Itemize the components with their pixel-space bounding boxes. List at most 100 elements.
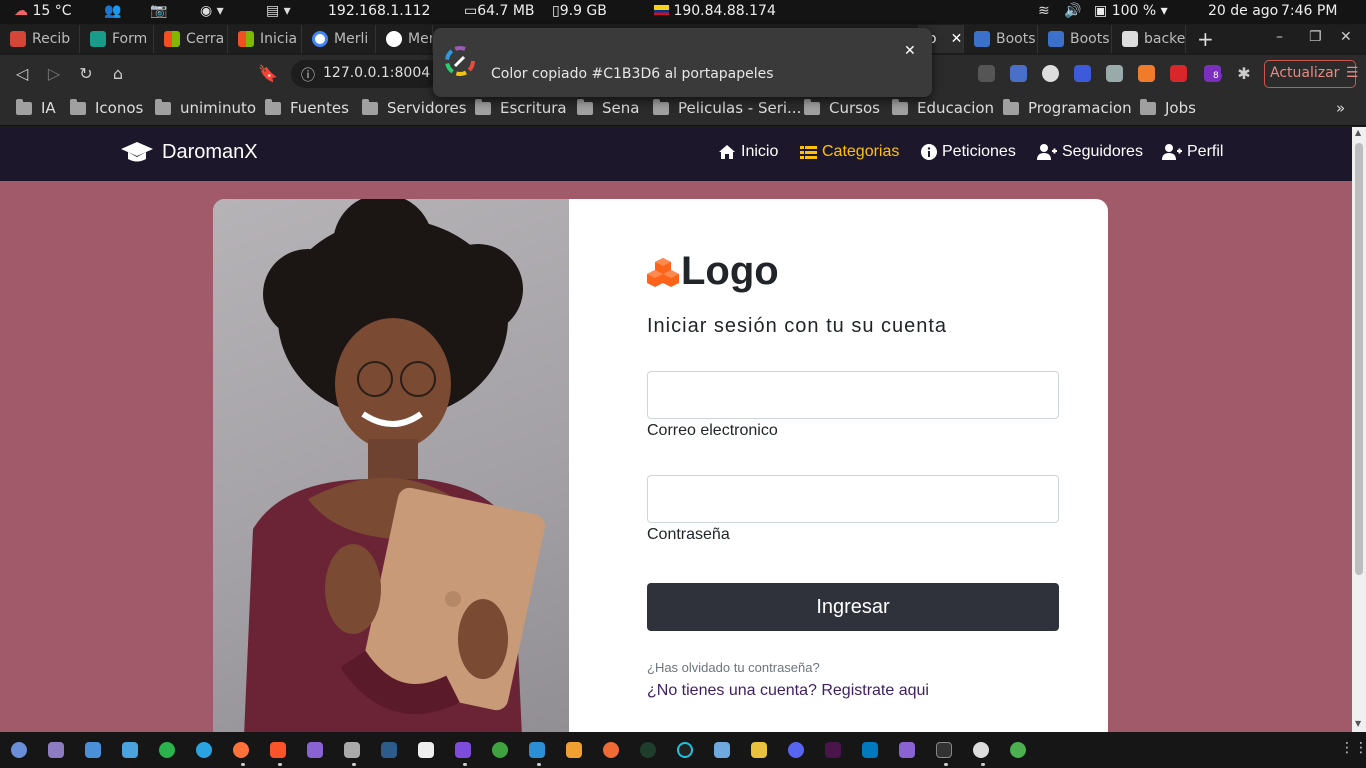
tab-bootstrap-2[interactable]: Boots (1038, 25, 1112, 53)
tab-merli[interactable]: Mer (376, 25, 433, 53)
bookmark-folder[interactable]: Servidores (362, 98, 467, 117)
brave-icon[interactable] (270, 742, 286, 758)
bookmark-folder[interactable]: Escritura (475, 98, 567, 117)
translate-extension-icon[interactable] (1010, 65, 1027, 82)
database-icon[interactable] (344, 742, 360, 758)
close-icon[interactable]: ✕ (904, 43, 916, 59)
hs-icon[interactable] (640, 742, 656, 758)
trello-icon[interactable] (862, 742, 878, 758)
nav-perfil[interactable]: Perfil (1162, 143, 1223, 161)
bookmark-folder[interactable]: Programacion (1003, 98, 1132, 117)
reload-icon[interactable]: ↻ (76, 64, 96, 84)
color-picker-extension-icon[interactable]: 8 (1204, 65, 1222, 82)
tab-bootstrap-1[interactable]: Boots (964, 25, 1038, 53)
github-icon[interactable] (899, 742, 915, 758)
speed-extension-icon[interactable] (1042, 65, 1059, 82)
globe-app-icon[interactable] (1010, 742, 1026, 758)
minimize-icon[interactable]: – (1276, 29, 1283, 45)
brave-extension-icon[interactable] (1138, 65, 1155, 82)
users-icon[interactable]: 👥 (104, 3, 121, 19)
gmail-icon (10, 31, 26, 47)
tab-forms[interactable]: Form (80, 25, 154, 53)
password-field[interactable] (647, 475, 1059, 523)
home-icon[interactable]: ⌂ (108, 64, 128, 84)
vim-icon[interactable] (418, 742, 434, 758)
window-close-icon[interactable]: ✕ (1340, 29, 1352, 45)
cube-app-icon[interactable] (714, 742, 730, 758)
monitor-icon[interactable] (48, 742, 64, 758)
hexagon-app-icon[interactable] (751, 742, 767, 758)
puzzle-icon[interactable]: ✱ (1234, 64, 1254, 84)
tab-backend[interactable]: backe (1112, 25, 1186, 53)
bookmark-folder[interactable]: IA (16, 98, 56, 117)
mysql-icon[interactable] (381, 742, 397, 758)
forward-icon[interactable]: ▷ (44, 64, 64, 84)
public-ip-indicator: 190.84.88.174 (654, 3, 776, 19)
terminal-icon[interactable] (936, 742, 952, 758)
tasks-icon[interactable] (85, 742, 101, 758)
more-bookmarks-icon[interactable]: » (1336, 99, 1345, 117)
forgot-password-link[interactable]: ¿Has olvidado tu contraseña? (647, 660, 820, 675)
restore-icon[interactable]: ❐ (1309, 29, 1322, 45)
bookmark-folder[interactable]: Jobs (1140, 98, 1196, 117)
dbeaver-icon[interactable] (492, 742, 508, 758)
bookmark-folder[interactable]: Iconos (70, 98, 143, 117)
wave-extension-icon[interactable] (1074, 65, 1091, 82)
address-bar[interactable]: ⓘ 127.0.0.1:8004 (291, 60, 441, 88)
nav-categorias[interactable]: Categorias (800, 143, 899, 161)
slack-icon[interactable] (825, 742, 841, 758)
tab-gmail[interactable]: Recib (0, 25, 80, 53)
obsidian-icon[interactable] (455, 742, 471, 758)
telegram-icon[interactable] (196, 742, 212, 758)
nav-peticiones[interactable]: Peticiones (921, 143, 1016, 161)
bookmark-folder[interactable]: Cursos (804, 98, 880, 117)
wifi-icon[interactable]: ≋ (1038, 3, 1050, 19)
tab-microsoft-1[interactable]: Cerra (154, 25, 228, 53)
flag-extension-icon[interactable] (1170, 65, 1187, 82)
webcam-icon[interactable] (973, 742, 989, 758)
sublime-icon[interactable] (566, 742, 582, 758)
bookmark-folder[interactable]: Educacion (892, 98, 994, 117)
app-grid-icon[interactable]: ⋮⋮ (1340, 740, 1366, 756)
weather-indicator[interactable]: ☁ 15 °C (14, 3, 72, 19)
tab-label: Boots (996, 31, 1036, 47)
launcher-icon[interactable] (11, 742, 27, 758)
nav-seguidores[interactable]: Seguidores (1037, 143, 1143, 161)
site-brand[interactable]: DaromanX (120, 140, 258, 164)
volume-icon[interactable]: 🔊 (1064, 3, 1081, 19)
screenshot-icon[interactable] (122, 742, 138, 758)
bookmark-icon[interactable]: 🔖 (258, 64, 278, 84)
discord-icon[interactable] (788, 742, 804, 758)
update-button[interactable]: Actualizar ☰ (1264, 60, 1358, 88)
chrome-icon[interactable] (159, 742, 175, 758)
tab-microsoft-2[interactable]: Inicia (228, 25, 302, 53)
camera-icon[interactable]: 📷 (150, 3, 167, 19)
pip-extension-icon[interactable] (978, 65, 995, 82)
bookmark-folder[interactable]: Peliculas - Seri... (653, 98, 801, 117)
postman-icon[interactable] (603, 742, 619, 758)
scroll-up-icon[interactable]: ▲ (1355, 128, 1361, 137)
scroll-down-icon[interactable]: ▼ (1355, 719, 1361, 728)
clipboard-icon[interactable]: ▤ ▾ (266, 3, 291, 19)
github-desktop-icon[interactable] (307, 742, 323, 758)
bookmark-folder[interactable]: Fuentes (265, 98, 349, 117)
graduation-cap-icon (121, 142, 153, 162)
login-button[interactable]: Ingresar (647, 583, 1059, 631)
battery-indicator[interactable]: ▣ 100 % ▾ (1094, 3, 1168, 19)
scrollbar-thumb[interactable] (1355, 143, 1363, 575)
back-icon[interactable]: ◁ (12, 64, 32, 84)
email-field[interactable] (647, 371, 1059, 419)
new-tab-plus-icon[interactable]: + (1197, 27, 1214, 51)
page-scrollbar[interactable]: ▲ ▼ (1352, 127, 1366, 732)
close-icon[interactable]: ✕ (951, 31, 963, 47)
shield-extension-icon[interactable] (1106, 65, 1123, 82)
bookmark-folder[interactable]: uniminuto (155, 98, 256, 117)
circle-app-icon[interactable] (677, 742, 693, 758)
vscode-icon[interactable] (529, 742, 545, 758)
tab-google[interactable]: Merli (302, 25, 376, 53)
firefox-icon[interactable] (233, 742, 249, 758)
register-link[interactable]: ¿No tienes una cuenta? Registrate aqui (647, 682, 929, 700)
bookmark-folder[interactable]: Sena (577, 98, 639, 117)
nav-inicio[interactable]: Inicio (718, 143, 778, 161)
mask-icon[interactable]: ◉ ▾ (200, 3, 224, 19)
